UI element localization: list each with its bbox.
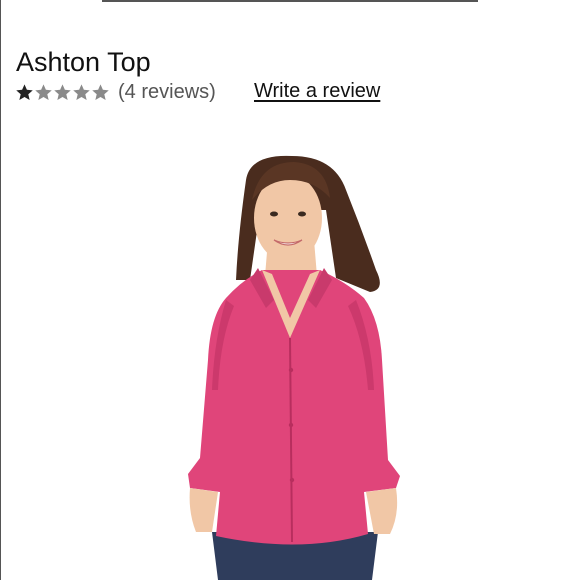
reviews-count-link[interactable]: (4 reviews) [118, 79, 216, 105]
product-title: Ashton Top [16, 47, 151, 77]
top-divider [102, 0, 478, 2]
star-empty-icon [35, 83, 52, 100]
page-left-border [0, 0, 1, 580]
model-illustration [188, 155, 400, 580]
star-empty-icon [54, 83, 71, 100]
star-empty-icon [92, 83, 109, 100]
rating-row: (4 reviews) [15, 78, 216, 106]
star-empty-icon [73, 83, 90, 100]
star-filled-icon [16, 83, 33, 100]
star-rating[interactable] [15, 83, 110, 102]
write-review-link[interactable]: Write a review [254, 78, 380, 104]
product-photo[interactable] [150, 140, 440, 580]
